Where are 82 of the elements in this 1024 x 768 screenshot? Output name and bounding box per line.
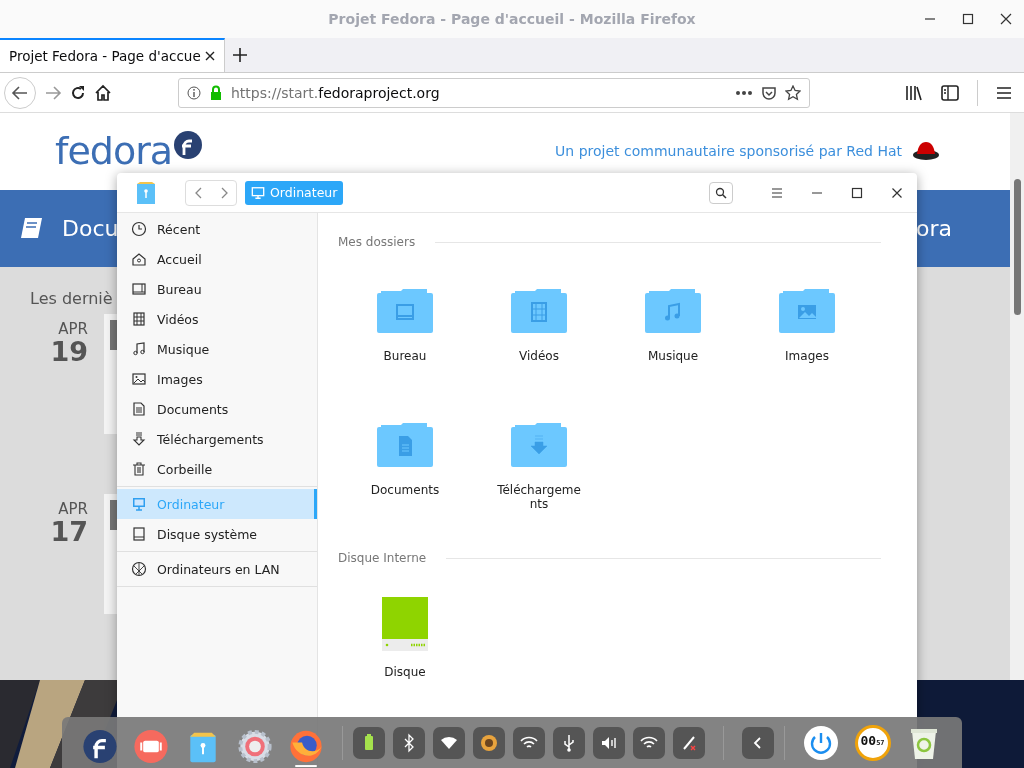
usb-icon[interactable]: [553, 726, 586, 759]
window-title: Projet Fedora - Page d'accueil - Mozilla Firefox: [328, 11, 696, 27]
maximize-icon[interactable]: [851, 186, 863, 199]
book-icon: [20, 217, 44, 240]
image-icon: [131, 371, 147, 387]
address-field[interactable]: https://start.fedoraproject.org: [178, 77, 810, 108]
close-icon[interactable]: [1000, 13, 1012, 25]
download-icon: [131, 431, 147, 447]
film-icon: [131, 311, 147, 327]
monitor-icon: [131, 496, 147, 512]
section-heading: Mes dossiers: [338, 235, 416, 249]
back-button[interactable]: [4, 76, 36, 109]
speaker-icon[interactable]: [593, 726, 626, 759]
folder-item[interactable]: Musique: [606, 281, 740, 363]
fedora-logo-text: fedora: [55, 129, 173, 174]
library-icon[interactable]: [905, 84, 923, 101]
post-day: 19: [50, 338, 88, 365]
folder-item[interactable]: Images: [740, 281, 874, 363]
post-month: APR: [58, 320, 88, 338]
sidebar-item[interactable]: Disque système: [117, 519, 317, 549]
section-heading: Les derniè: [30, 289, 113, 308]
reload-icon[interactable]: [70, 84, 86, 101]
search-icon: [715, 186, 727, 199]
sidebar-icon[interactable]: [941, 84, 959, 101]
star-icon[interactable]: [785, 84, 801, 101]
sidebar-item[interactable]: Corbeille: [117, 454, 317, 484]
hat-icon: [912, 140, 940, 163]
music-note-icon: [131, 341, 147, 357]
banner-heading: ora: [916, 215, 952, 241]
lock-icon: [209, 84, 223, 101]
sidebar-item[interactable]: Documents: [117, 394, 317, 424]
chevron-icon[interactable]: [742, 726, 775, 759]
sidebar-item[interactable]: Images: [117, 364, 317, 394]
folder-item[interactable]: Documents: [338, 415, 472, 497]
browser-tab[interactable]: Projet Fedora - Page d'accue: [0, 38, 225, 72]
folder-item[interactable]: Téléchargements: [472, 415, 606, 511]
app-icon[interactable]: [473, 726, 506, 759]
house-icon: [131, 251, 147, 267]
sidebar-item[interactable]: Accueil: [117, 244, 317, 274]
forward-arrow-icon[interactable]: [44, 83, 62, 102]
home-icon[interactable]: [94, 83, 112, 102]
document-icon: [131, 401, 147, 417]
more-icon[interactable]: [735, 89, 753, 96]
info-icon: [187, 85, 201, 100]
globe-icon: [131, 561, 147, 577]
sidebar-item[interactable]: Vidéos: [117, 304, 317, 334]
menu-icon[interactable]: [996, 85, 1012, 100]
drive-icon: [381, 597, 429, 653]
section-heading: Disque Interne: [338, 551, 427, 565]
clock-icon: [131, 221, 147, 237]
close-icon[interactable]: [891, 186, 903, 199]
bluetooth-icon[interactable]: [393, 726, 426, 759]
wifi-icon[interactable]: [513, 726, 546, 759]
back-arrow-icon: [11, 83, 29, 102]
sidebar-item[interactable]: Récent: [117, 214, 317, 244]
pen-icon[interactable]: [673, 726, 706, 759]
scrollbar[interactable]: [1010, 113, 1024, 680]
back-icon[interactable]: [193, 186, 204, 199]
plus-icon[interactable]: [232, 47, 248, 63]
sidebar-item[interactable]: Bureau: [117, 274, 317, 304]
trash-icon: [131, 461, 147, 477]
infinity-f-logo-icon: [172, 129, 205, 162]
desktop-icon: [131, 281, 147, 297]
folder-item[interactable]: Bureau: [338, 281, 472, 363]
post-month: APR: [58, 500, 88, 518]
sidebar-item[interactable]: Téléchargements: [117, 424, 317, 454]
power-icon[interactable]: [802, 724, 839, 761]
post-day: 17: [50, 518, 88, 545]
monitor-icon: [251, 185, 265, 200]
folder-item[interactable]: Vidéos: [472, 281, 606, 363]
battery-icon[interactable]: [353, 726, 386, 759]
banner-heading: Docu: [62, 215, 119, 241]
sidebar-item[interactable]: Musique: [117, 334, 317, 364]
folder-item[interactable]: Disque: [338, 597, 472, 679]
close-icon: [204, 50, 216, 62]
pocket-icon[interactable]: [761, 84, 777, 101]
wifi-icon[interactable]: [433, 726, 466, 759]
maximize-icon[interactable]: [962, 13, 974, 25]
sidebar-item[interactable]: Ordinateurs en LAN: [117, 554, 317, 584]
search-button[interactable]: [709, 181, 733, 204]
file-manager-icon: [135, 180, 157, 205]
wifi-icon[interactable]: [633, 726, 666, 759]
